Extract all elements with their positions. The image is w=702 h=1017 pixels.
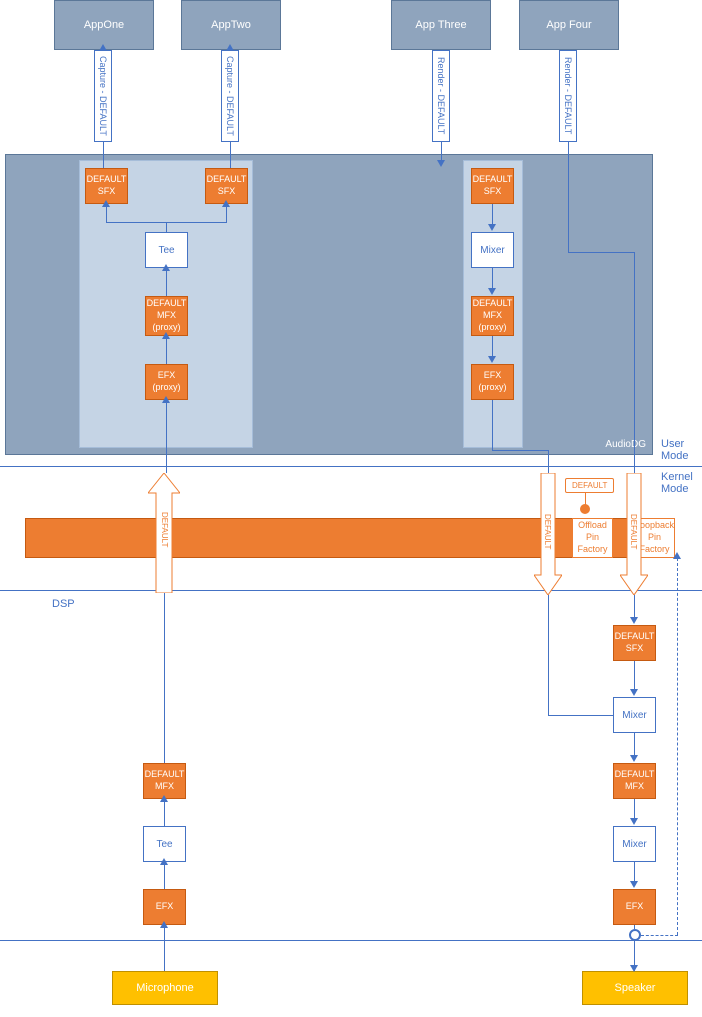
dsp-left-tee: Tee [143, 826, 186, 862]
microphone: Microphone [112, 971, 218, 1005]
pipe-capture-2: Capture - DEFAULT [221, 50, 239, 142]
kernel-mode-label: Kernel Mode [661, 471, 693, 495]
loopback-dash-h [641, 935, 678, 936]
divider-user-kernel [0, 466, 702, 467]
dsp-label: DSP [52, 598, 75, 610]
big-arrow-render-offload-label: DEFAULT [629, 514, 638, 549]
render-efx-proxy: EFX (proxy) [471, 364, 514, 400]
audiodg-label: AudioDG [605, 439, 646, 450]
pipe-render-1: Render - DEFAULT [432, 50, 450, 142]
dsp-right-efx: EFX [613, 889, 656, 925]
default-badge: DEFAULT [565, 478, 614, 493]
big-arrow-capture-label: DEFAULT [160, 512, 169, 547]
render-mfx-proxy: DEFAULT MFX (proxy) [471, 296, 514, 336]
capture-tee: Tee [145, 232, 188, 268]
render-mixer: Mixer [471, 232, 514, 268]
dsp-right-mixer-2: Mixer [613, 826, 656, 862]
capture-efx-proxy: EFX (proxy) [145, 364, 188, 400]
app-three: App Three [391, 0, 491, 50]
capture-sfx-1: DEFAULT SFX [85, 168, 128, 204]
app-four: App Four [519, 0, 619, 50]
pipe-render-2: Render - DEFAULT [559, 50, 577, 142]
app-two: AppTwo [181, 0, 281, 50]
pipe-capture-1: Capture - DEFAULT [94, 50, 112, 142]
user-mode-label: User Mode [661, 438, 689, 462]
dsp-right-sfx: DEFAULT SFX [613, 625, 656, 661]
app-one: AppOne [54, 0, 154, 50]
divider-dsp-hw [0, 940, 702, 941]
dsp-left-mfx: DEFAULT MFX [143, 763, 186, 799]
dsp-right-mfx: DEFAULT MFX [613, 763, 656, 799]
render-sfx: DEFAULT SFX [471, 168, 514, 204]
dsp-right-mixer-1: Mixer [613, 697, 656, 733]
dsp-left-efx: EFX [143, 889, 186, 925]
big-arrow-render-shared-label: DEFAULT [543, 514, 552, 549]
capture-mfx-proxy: DEFAULT MFX (proxy) [145, 296, 188, 336]
loopback-arrow [673, 552, 681, 559]
loopback-dash-v [677, 558, 678, 935]
feedback-node [629, 929, 641, 941]
divider-kernel-dsp [0, 590, 702, 591]
speaker: Speaker [582, 971, 688, 1005]
offload-dot [580, 504, 590, 514]
offload-pin-factory: Offload Pin Factory [572, 518, 613, 558]
capture-sfx-2: DEFAULT SFX [205, 168, 248, 204]
